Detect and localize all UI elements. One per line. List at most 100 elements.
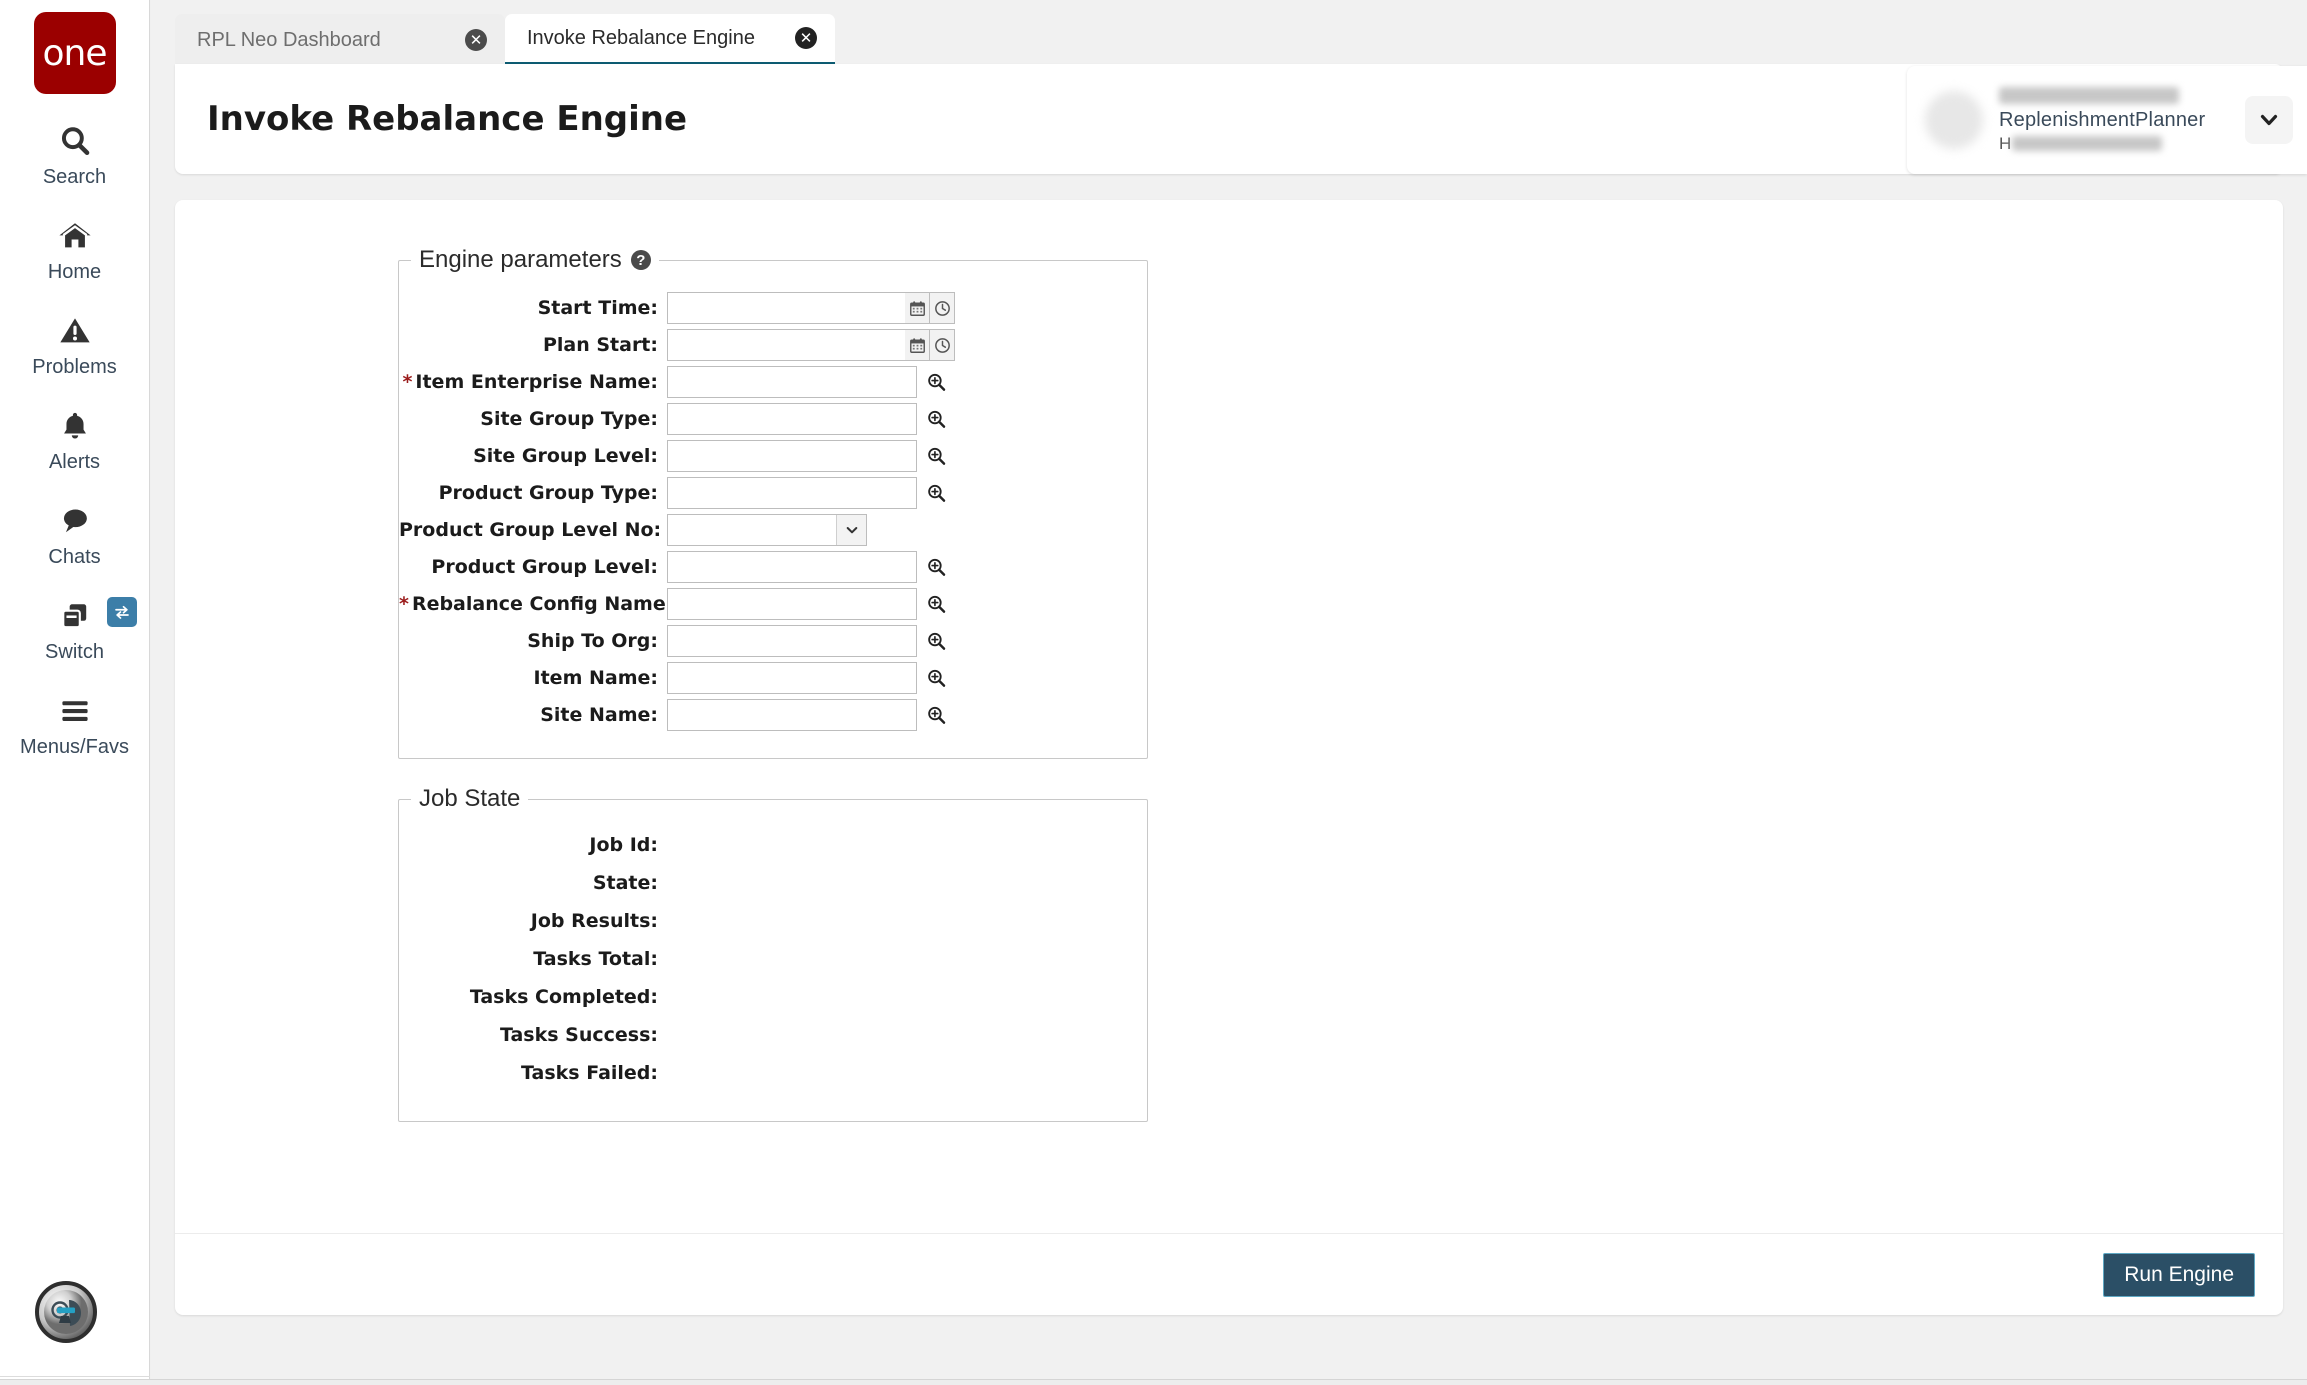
site-group-type-input[interactable] (667, 403, 917, 435)
search-plus-icon[interactable] (921, 366, 951, 398)
required-star: * (402, 371, 412, 393)
plan-start-input[interactable] (667, 329, 905, 361)
close-circle-icon[interactable]: ✕ (795, 27, 817, 49)
search-plus-icon[interactable] (921, 477, 951, 509)
tab-rpl-neo-dashboard[interactable]: RPL Neo Dashboard ✕ (175, 14, 505, 66)
search-plus-icon[interactable] (921, 662, 951, 694)
required-star: * (399, 593, 409, 615)
field-control (667, 403, 951, 435)
form-body: Engine parameters ? Start Time: (175, 200, 2283, 1233)
chat-bubble-icon (57, 500, 93, 542)
job-state-row-state: State: (399, 867, 1147, 898)
sidebar-item-label: Problems (32, 356, 116, 379)
logo-text: one (43, 33, 107, 74)
left-nav-rail: one Search Home Problems Alerts Chats (0, 0, 150, 1385)
bell-icon (59, 405, 91, 447)
user-role: ReplenishmentPlanner (1999, 109, 2245, 132)
job-state-label: Job Results: (399, 910, 667, 932)
job-state-label: Tasks Completed: (399, 986, 667, 1008)
sidebar-item-home[interactable]: Home (0, 215, 150, 284)
product-group-type-input[interactable] (667, 477, 917, 509)
product-group-level-input[interactable] (667, 551, 917, 583)
field-label: Plan Start: (399, 334, 667, 356)
tab-invoke-rebalance-engine[interactable]: Invoke Rebalance Engine ✕ (505, 14, 835, 66)
sidebar-item-label: Home (48, 261, 101, 284)
rail-footer-divider (0, 1376, 150, 1377)
field-control (667, 329, 955, 361)
search-plus-icon[interactable] (921, 699, 951, 731)
field-row-rebalance-config-name: *Rebalance Config Name: (399, 586, 1147, 622)
user-email-initial: H (1999, 134, 2011, 154)
search-plus-icon[interactable] (921, 625, 951, 657)
job-state-fieldset: Job State Job Id: State: Job Results: Ta… (398, 785, 1148, 1122)
rebalance-config-name-input[interactable] (667, 588, 917, 620)
sidebar-item-chats[interactable]: Chats (0, 500, 150, 569)
site-group-level-input[interactable] (667, 440, 917, 472)
field-row-site-group-level: Site Group Level: (399, 438, 1147, 474)
item-enterprise-name-input[interactable] (667, 366, 917, 398)
calendar-icon[interactable] (905, 292, 930, 324)
sidebar-item-label: Switch (45, 641, 104, 664)
user-profile-chip[interactable]: ReplenishmentPlanner H (1907, 66, 2307, 174)
search-plus-icon[interactable] (921, 403, 951, 435)
robot-head-avatar-icon[interactable] (35, 1281, 97, 1343)
field-row-plan-start: Plan Start: (399, 327, 1147, 363)
field-label: Site Group Level: (399, 445, 667, 467)
tab-label: RPL Neo Dashboard (197, 29, 381, 52)
sidebar-item-switch[interactable]: Switch (0, 595, 150, 664)
field-row-item-name: Item Name: (399, 660, 1147, 696)
clock-icon[interactable] (930, 329, 955, 361)
job-state-label: Tasks Total: (399, 948, 667, 970)
search-plus-icon[interactable] (921, 551, 951, 583)
close-circle-icon[interactable]: ✕ (465, 29, 487, 51)
search-plus-icon[interactable] (921, 588, 951, 620)
field-row-product-group-type: Product Group Type: (399, 475, 1147, 511)
sidebar-item-menus-favs[interactable]: Menus/Favs (0, 690, 150, 759)
search-plus-icon[interactable] (921, 440, 951, 472)
chevron-down-icon[interactable] (2245, 96, 2293, 144)
field-label: Site Group Type: (399, 408, 667, 430)
field-label: Ship To Org: (399, 630, 667, 652)
main-area: RPL Neo Dashboard ✕ Invoke Rebalance Eng… (151, 0, 2307, 1385)
engine-parameters-fieldset: Engine parameters ? Start Time: (398, 246, 1148, 759)
window-bottom-strip (0, 1379, 2307, 1385)
job-state-row-tasks-completed: Tasks Completed: (399, 981, 1147, 1012)
switch-toggle-badge[interactable] (107, 597, 137, 627)
clock-icon[interactable] (930, 292, 955, 324)
field-label: Product Group Level No: (399, 519, 667, 541)
sidebar-item-alerts[interactable]: Alerts (0, 405, 150, 474)
start-time-input[interactable] (667, 292, 905, 324)
field-label-text: Item Enterprise Name: (415, 371, 658, 393)
product-group-level-no-select[interactable] (667, 514, 867, 546)
sidebar-item-problems[interactable]: Problems (0, 310, 150, 379)
calendar-icon[interactable] (905, 329, 930, 361)
field-control (667, 625, 951, 657)
field-control (667, 477, 951, 509)
tab-label: Invoke Rebalance Engine (527, 27, 755, 50)
item-name-input[interactable] (667, 662, 917, 694)
field-control (667, 514, 867, 546)
field-row-site-group-type: Site Group Type: (399, 401, 1147, 437)
field-control (667, 662, 951, 694)
field-label: Site Name: (399, 704, 667, 726)
sidebar-item-label: Chats (48, 546, 100, 569)
search-icon (58, 120, 92, 162)
sidebar-item-label: Search (43, 166, 106, 189)
home-icon (57, 215, 93, 257)
warning-triangle-icon (58, 310, 92, 352)
user-email-row: H (1999, 134, 2245, 154)
engine-parameters-legend: Engine parameters ? (411, 246, 659, 274)
field-control (667, 699, 951, 731)
job-state-row-job-id: Job Id: (399, 829, 1147, 860)
field-row-product-group-level: Product Group Level: (399, 549, 1147, 585)
content-card: Engine parameters ? Start Time: (175, 200, 2283, 1315)
run-engine-button[interactable]: Run Engine (2103, 1253, 2255, 1297)
switch-windows-icon (58, 595, 92, 637)
ship-to-org-input[interactable] (667, 625, 917, 657)
help-circle-icon[interactable]: ? (631, 250, 651, 270)
site-name-input[interactable] (667, 699, 917, 731)
tab-strip: RPL Neo Dashboard ✕ Invoke Rebalance Eng… (175, 14, 835, 66)
one-logo[interactable]: one (34, 12, 116, 94)
job-state-label: Job Id: (399, 834, 667, 856)
sidebar-item-search[interactable]: Search (0, 120, 150, 189)
